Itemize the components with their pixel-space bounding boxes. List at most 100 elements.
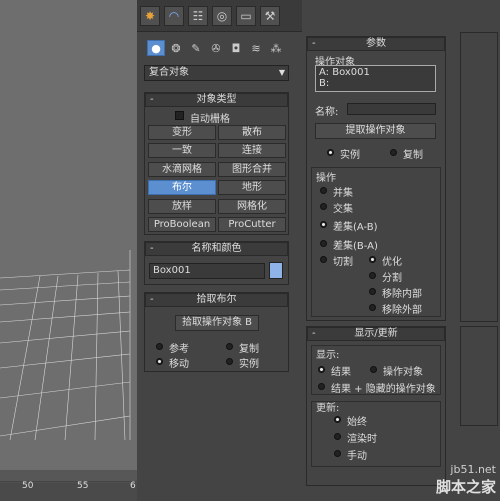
timeline-tick: 50: [22, 481, 34, 491]
perspective-grid: [0, 0, 137, 501]
radio-label: 移除外部: [382, 305, 422, 316]
radio-label: 操作对象: [383, 367, 423, 378]
empty-rollout: [460, 326, 498, 426]
radio-label: 并集: [333, 188, 353, 199]
operand-b-item[interactable]: B:: [319, 78, 329, 89]
instance-radio[interactable]: [226, 358, 233, 365]
refine-radio[interactable]: [369, 256, 376, 263]
autogrid-label: 自动栅格: [190, 114, 230, 125]
hierarchy-icon[interactable]: ☷: [188, 6, 208, 26]
operand-a-item[interactable]: A: Box001: [319, 67, 370, 78]
rollout-header[interactable]: - 名称和颜色: [145, 242, 288, 256]
radio-label: 复制: [403, 150, 423, 161]
object-name-field[interactable]: Box001: [149, 263, 265, 279]
remove-outside-radio[interactable]: [369, 304, 376, 311]
object-type-button[interactable]: 连接: [218, 143, 286, 158]
radio-label: 移动: [169, 359, 189, 370]
motion-icon[interactable]: ◎: [212, 6, 232, 26]
display-operands-radio[interactable]: [370, 366, 377, 373]
intersection-radio[interactable]: [320, 203, 327, 210]
rollout-header[interactable]: - 对象类型: [145, 93, 288, 107]
radio-label: 差集(A-B): [333, 222, 378, 233]
viewport[interactable]: 50 55 6: [0, 0, 137, 501]
radio-label: 切割: [333, 257, 353, 268]
radio-label: 优化: [382, 257, 402, 268]
timeline-tick: 55: [77, 481, 89, 491]
utilities-icon[interactable]: ⚒: [260, 6, 280, 26]
object-type-button[interactable]: 图形合并: [218, 162, 286, 177]
object-type-button[interactable]: 地形: [218, 180, 286, 195]
timeline-tick: 6: [130, 481, 136, 491]
object-type-button[interactable]: 散布: [218, 125, 286, 140]
name-color-rollout: - 名称和颜色 Box001: [144, 241, 289, 285]
extract-operand-button[interactable]: 提取操作对象: [315, 123, 436, 139]
radio-label: 实例: [340, 150, 360, 161]
operand-name-field[interactable]: [347, 103, 436, 115]
category-dropdown[interactable]: 复合对象 ▼: [144, 65, 289, 81]
spacewarps-icon[interactable]: ≋: [247, 40, 265, 56]
object-type-button[interactable]: 一致: [148, 143, 216, 158]
radio-label: 复制: [239, 344, 259, 355]
object-type-rollout: - 对象类型 自动栅格 变形 散布 一致 连接 水滴网格 图形合并 布尔 地形 放…: [144, 92, 289, 235]
rollout-title: 对象类型: [196, 94, 237, 105]
copy-radio[interactable]: [390, 149, 397, 156]
update-always-radio[interactable]: [334, 416, 341, 423]
subtract-ab-radio[interactable]: [320, 221, 327, 228]
group-label: 显示:: [316, 350, 340, 361]
operand-name-label: 名称:: [315, 107, 339, 118]
update-group: 更新: 始终 渲染时 手动: [311, 401, 441, 467]
remove-inside-radio[interactable]: [369, 288, 376, 295]
object-type-button[interactable]: 放样: [148, 199, 216, 214]
object-type-button[interactable]: 网格化: [218, 199, 286, 214]
cut-radio[interactable]: [320, 256, 327, 263]
instance-radio[interactable]: [327, 149, 334, 156]
radio-label: 差集(B-A): [333, 241, 378, 252]
display-icon[interactable]: ▭: [236, 6, 256, 26]
object-type-button[interactable]: ProCutter: [218, 217, 286, 232]
split-radio[interactable]: [369, 272, 376, 279]
watermark: jb51.net 脚本之家: [436, 463, 496, 497]
systems-icon[interactable]: ⁂: [267, 40, 285, 56]
object-type-button[interactable]: ProBoolean: [148, 217, 216, 232]
pick-operand-b-button[interactable]: 拾取操作对象 B: [175, 315, 259, 331]
empty-rollout: [460, 32, 498, 322]
rollout-header[interactable]: - 参数: [307, 37, 445, 51]
update-render-radio[interactable]: [334, 433, 341, 440]
lights-icon[interactable]: ✎: [187, 40, 205, 56]
radio-label: 结果 + 隐藏的操作对象: [331, 384, 436, 395]
rollout-header[interactable]: - 显示/更新: [307, 327, 445, 341]
group-label: 更新:: [316, 403, 340, 414]
rollout-title: 名称和颜色: [191, 243, 242, 254]
subtract-ba-radio[interactable]: [320, 240, 327, 247]
reference-radio[interactable]: [156, 343, 163, 350]
cameras-icon[interactable]: ✇: [207, 40, 225, 56]
boolean-button[interactable]: 布尔: [148, 180, 216, 195]
command-tabs: ✸ ◠ ☷ ◎ ▭ ⚒: [137, 0, 302, 32]
update-manual-radio[interactable]: [334, 450, 341, 457]
radio-label: 手动: [347, 451, 367, 462]
copy-radio[interactable]: [226, 343, 233, 350]
create-icon[interactable]: ✸: [140, 6, 160, 26]
radio-label: 实例: [239, 359, 259, 370]
autogrid-checkbox[interactable]: [175, 111, 184, 120]
helpers-icon[interactable]: ◘: [227, 40, 245, 56]
operands-list[interactable]: A: Box001 B:: [315, 65, 436, 92]
rollout-title: 显示/更新: [354, 328, 398, 339]
move-radio[interactable]: [156, 358, 163, 365]
object-type-button[interactable]: 水滴网格: [148, 162, 216, 177]
rollout-header[interactable]: - 拾取布尔: [145, 293, 288, 307]
geometry-icon[interactable]: ●: [147, 40, 165, 56]
object-color-swatch[interactable]: [269, 262, 283, 279]
shapes-icon[interactable]: ❂: [167, 40, 185, 56]
union-radio[interactable]: [320, 187, 327, 194]
parameters-rollout: - 参数 操作对象 A: Box001 B: 名称: 提取操作对象 实例 复制 操…: [306, 36, 446, 321]
display-result-radio[interactable]: [318, 366, 325, 373]
radio-label: 移除内部: [382, 289, 422, 300]
radio-label: 渲染时: [347, 434, 377, 445]
object-type-button[interactable]: 变形: [148, 125, 216, 140]
modify-icon[interactable]: ◠: [164, 6, 184, 26]
display-result-hidden-radio[interactable]: [318, 383, 325, 390]
display-update-rollout: - 显示/更新 显示: 结果 操作对象 结果 + 隐藏的操作对象 更新: 始终 渲…: [306, 326, 446, 486]
radio-label: 结果: [331, 367, 351, 378]
pick-boolean-rollout: - 拾取布尔 拾取操作对象 B 参考 复制 移动 实例: [144, 292, 289, 372]
